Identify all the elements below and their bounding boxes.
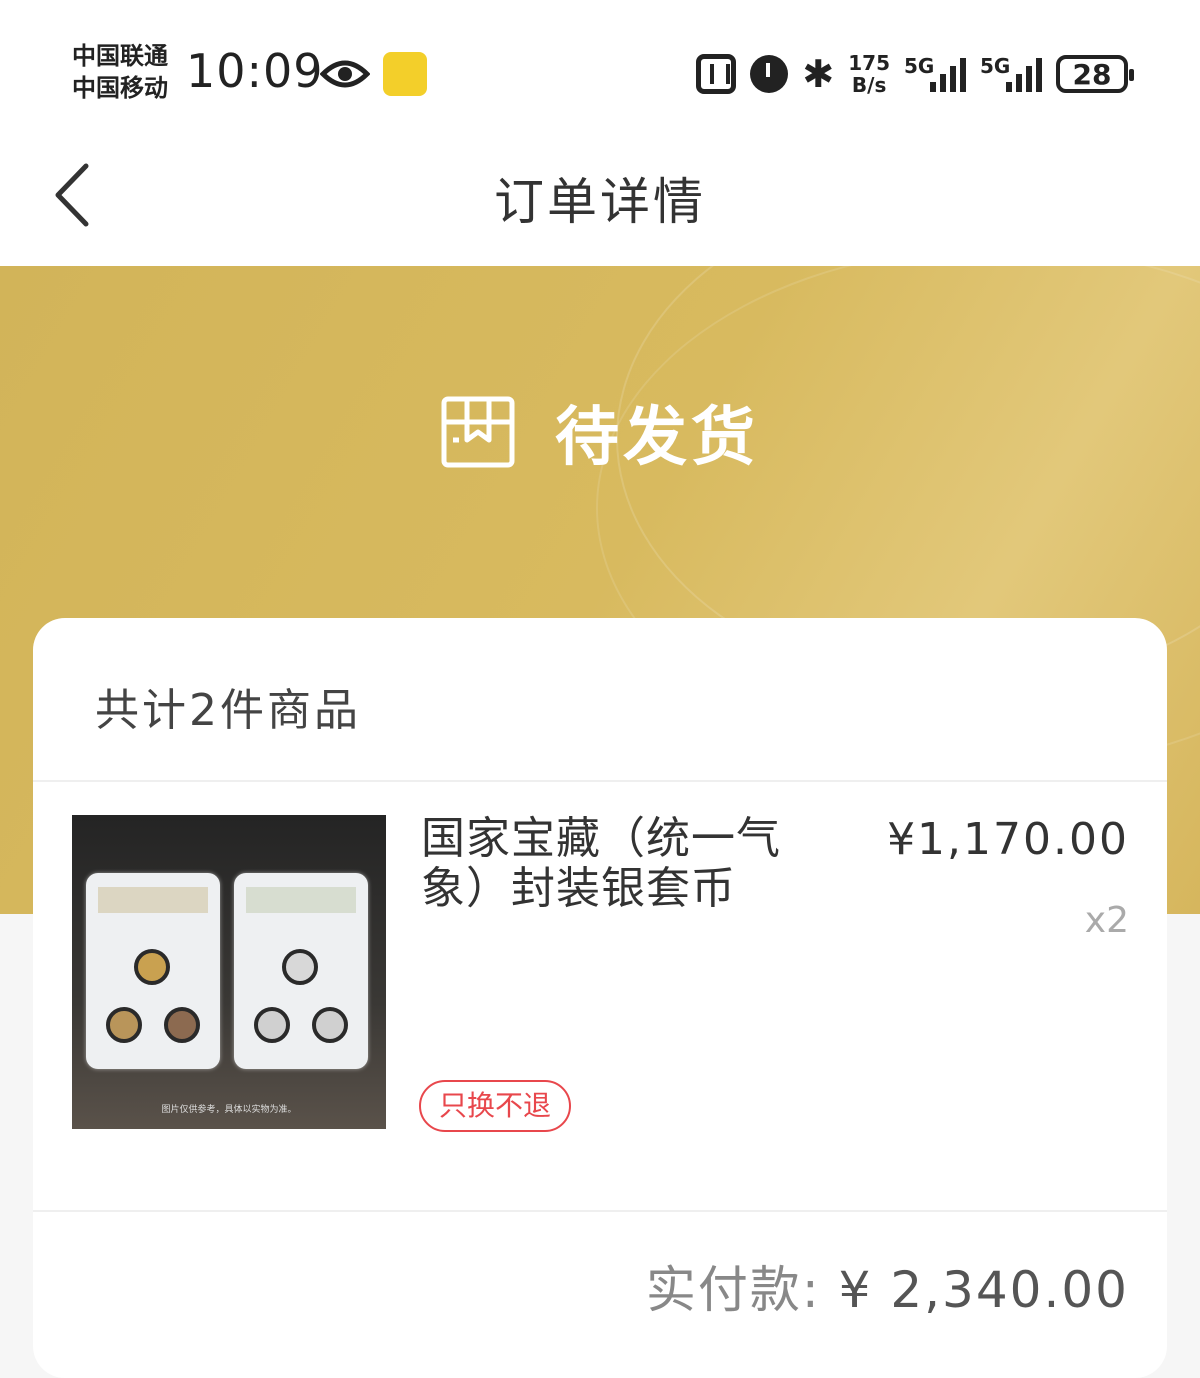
battery-level: 28 (1072, 57, 1112, 91)
package-icon (441, 396, 515, 468)
product-price: ¥1,170.00 (887, 814, 1129, 865)
nav-header: 订单详情 (0, 140, 1200, 266)
image-caption: 图片仅供参考，具体以实物为准。 (161, 1105, 297, 1115)
order-status-text: 待发货 (555, 401, 759, 475)
paid-amount: ¥ 2,340.00 (838, 1261, 1129, 1319)
app-notification-icon (383, 52, 427, 96)
battery-icon: 28 (1056, 55, 1134, 93)
network-speed-unit: B/s (851, 73, 887, 97)
paid-amount-line: 实付款: ¥ 2,340.00 (646, 1250, 1129, 1322)
network-speed: 175 B/s (848, 52, 890, 96)
signal-1-icon: 5G (904, 54, 966, 94)
product-image[interactable]: 图片仅供参考，具体以实物为准。 (72, 815, 386, 1129)
product-quantity: x2 (1084, 900, 1129, 941)
eye-icon (320, 60, 370, 88)
signal-2-icon: 5G (980, 54, 1042, 94)
coin-slab (86, 873, 220, 1069)
item-count-row: 共计2件商品 (33, 618, 1167, 782)
page-title: 订单详情 (494, 173, 706, 231)
return-policy-badge: 只换不退 (419, 1080, 572, 1132)
status-bar: 中国联通 中国移动 10:09 ✱ 175 B/s 5G 5G 28 (0, 0, 1200, 140)
order-status-row: 待发货 (0, 386, 1200, 478)
item-count-text: 共计2件商品 (95, 685, 361, 736)
order-card: 共计2件商品 图片仅供参考，具体以实物为准。 国家宝藏（统一气象）封装银套币 ¥… (33, 618, 1167, 1378)
nfc-icon (696, 54, 737, 94)
payment-row: 实付款: ¥ 2,340.00 (33, 1210, 1167, 1352)
clock: 10:09 (186, 44, 324, 98)
paid-label: 实付款: (645, 1261, 821, 1319)
status-icons: ✱ 175 B/s 5G 5G 28 (696, 46, 1134, 102)
carrier-info: 中国联通 中国移动 (72, 40, 168, 104)
alarm-icon (750, 55, 789, 93)
product-name[interactable]: 国家宝藏（统一气象）封装银套币 (421, 814, 841, 914)
carrier-1: 中国联通 (72, 42, 168, 70)
bluetooth-icon: ✱ (802, 52, 835, 96)
network-speed-value: 175 (848, 51, 890, 75)
carrier-2: 中国移动 (72, 74, 168, 102)
coin-slab (234, 873, 368, 1069)
